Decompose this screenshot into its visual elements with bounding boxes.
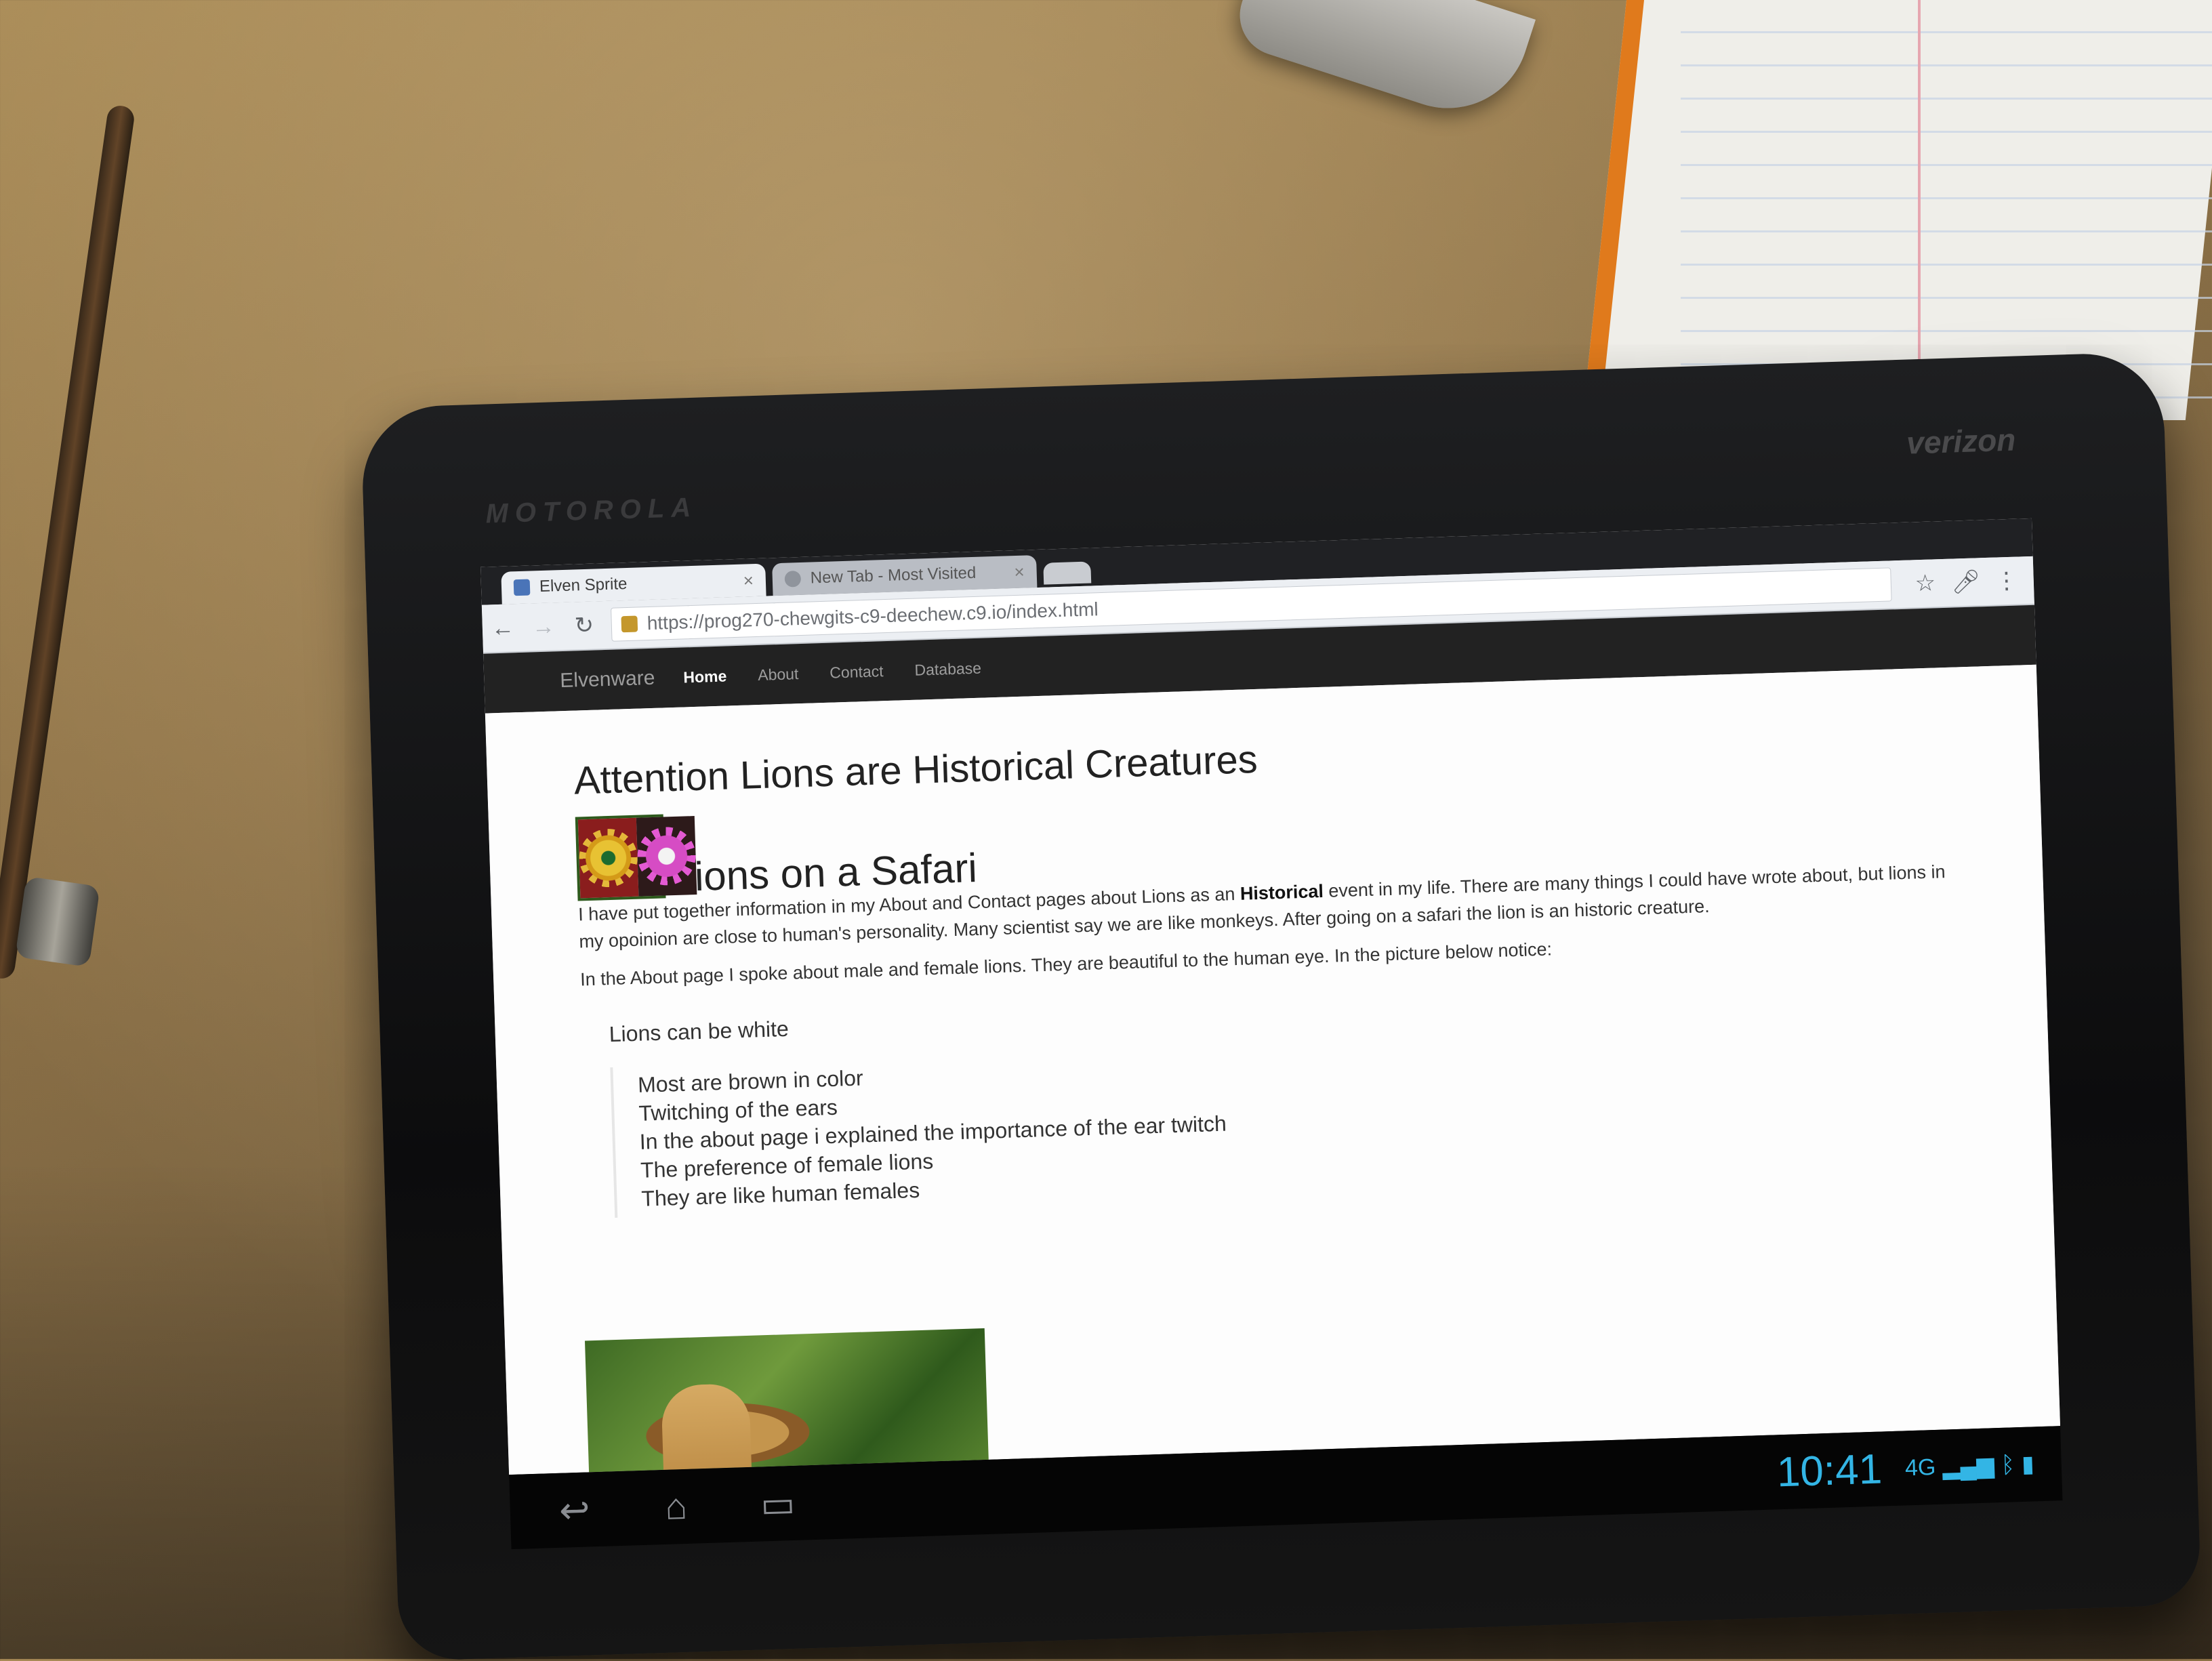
back-icon[interactable]: ↩ — [537, 1488, 613, 1532]
close-icon[interactable]: × — [743, 570, 754, 591]
home-icon[interactable]: ⌂ — [638, 1485, 714, 1529]
tab-label: New Tab - Most Visited — [810, 563, 977, 588]
yellow-gear-icon — [577, 817, 639, 899]
url-text: https://prog270-chewgits-c9-deechew.c9.i… — [647, 598, 1099, 634]
site-brand[interactable]: Elvenware — [560, 667, 655, 693]
tab-label: Elven Sprite — [539, 574, 628, 596]
battery-icon: ▮ — [2021, 1451, 2035, 1477]
close-icon[interactable]: × — [1014, 561, 1025, 582]
lock-icon — [621, 615, 638, 633]
menu-icon[interactable]: ⋮ — [1986, 560, 2028, 602]
nav-database[interactable]: Database — [914, 659, 981, 679]
notebook-margin-line — [1918, 0, 1921, 393]
recent-apps-icon[interactable]: ▭ — [740, 1481, 816, 1525]
tablet-device: MOTOROLA verizon Elven Sprite × New Tab … — [360, 351, 2202, 1661]
lion-photo — [584, 1328, 990, 1475]
bluetooth-icon: ᛒ — [2001, 1451, 2015, 1478]
tablet-screen: Elven Sprite × New Tab - Most Visited × … — [480, 518, 2061, 1475]
page-favicon-icon — [513, 579, 531, 596]
notebook-lines — [1681, 0, 2212, 407]
intro-bold: Historical — [1240, 880, 1324, 904]
carrier-logo: verizon — [1906, 422, 2017, 461]
lion-facts-list: Most are brown in color Twitching of the… — [610, 1025, 1970, 1218]
globe-icon — [784, 570, 802, 588]
eyeglasses-hinge — [15, 876, 100, 968]
page-body: Attention Lions are Historical Creatures… — [485, 664, 2061, 1475]
status-clock[interactable]: 10:41 — [1776, 1445, 1883, 1496]
star-icon[interactable]: ☆ — [1904, 562, 1946, 604]
back-arrow-icon[interactable]: ← — [482, 607, 524, 649]
nav-contact[interactable]: Contact — [830, 662, 884, 682]
lion-face — [661, 1382, 753, 1475]
microphone-icon[interactable]: 🎤︎ — [1945, 561, 1987, 603]
nav-about[interactable]: About — [758, 665, 799, 684]
signal-icon: ▂▄▆ — [1942, 1452, 1995, 1480]
nav-home[interactable]: Home — [683, 667, 727, 686]
pink-gear-icon — [636, 816, 697, 897]
main-content: Attention Lions are Historical Creatures… — [573, 715, 1970, 1219]
reload-icon[interactable]: ↻ — [563, 604, 605, 647]
new-tab-button[interactable] — [1043, 561, 1092, 585]
gears-logo — [575, 814, 697, 901]
tablet-brand-logo: MOTOROLA — [485, 492, 698, 529]
forward-arrow-icon[interactable]: → — [523, 606, 565, 648]
network-type: 4G — [1904, 1454, 1936, 1481]
